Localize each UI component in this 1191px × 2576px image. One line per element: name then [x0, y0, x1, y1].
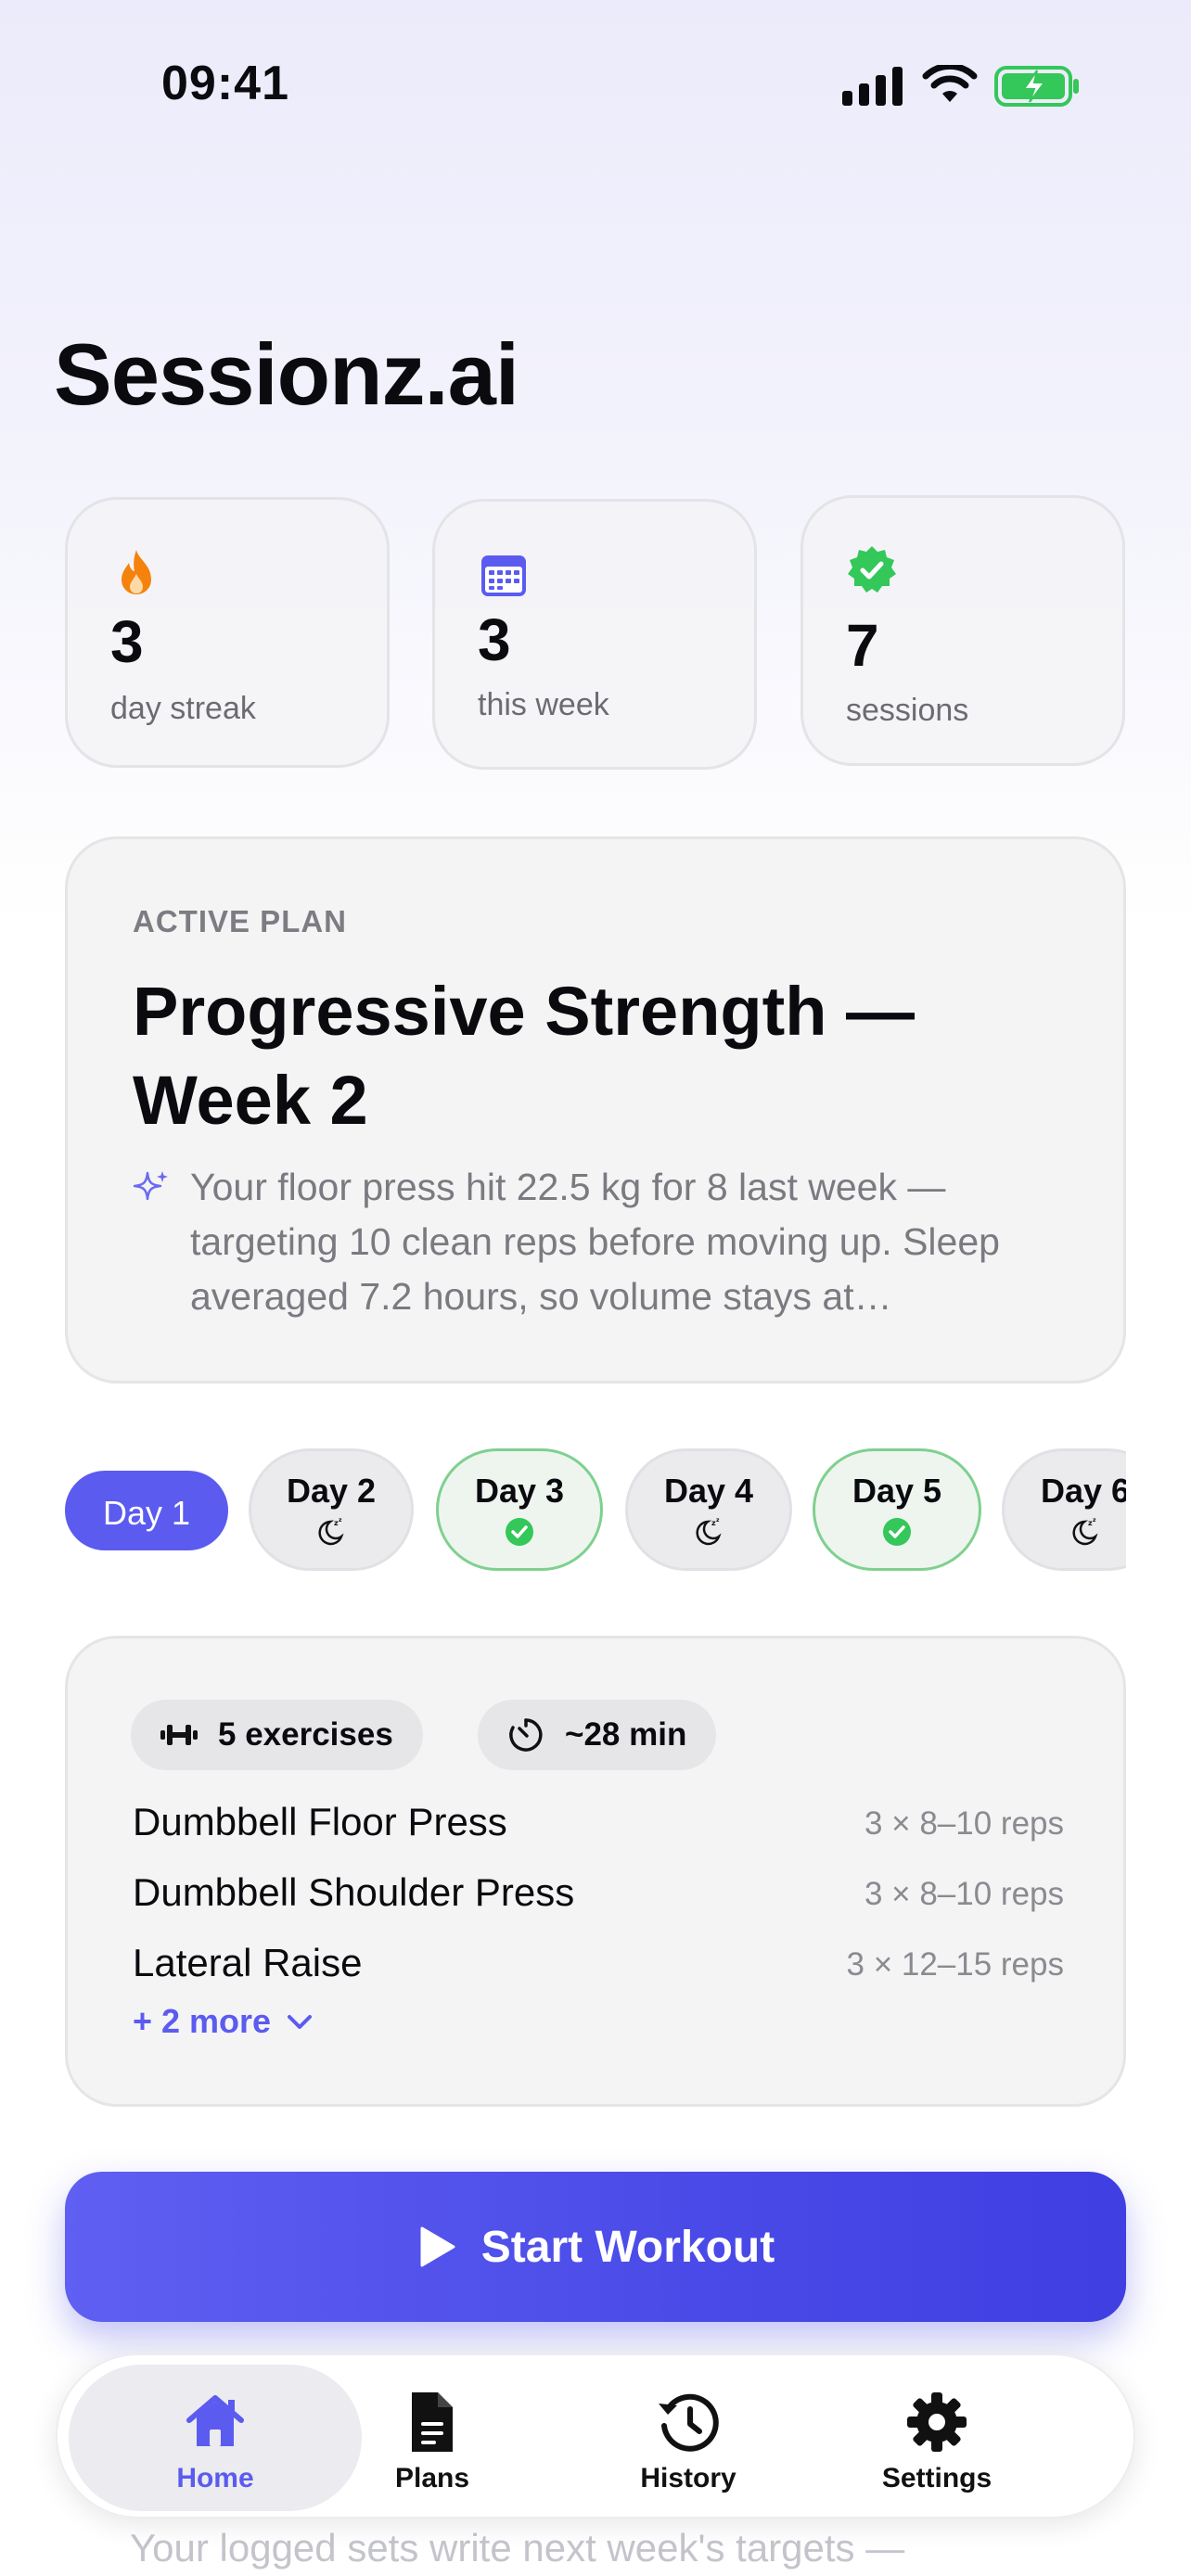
- exercise-row: Dumbbell Shoulder Press 3 × 8–10 reps: [133, 1870, 1064, 1926]
- day-chip-label: Day 2: [286, 1472, 377, 1510]
- flame-icon: [122, 550, 151, 594]
- exercise-count: 5 exercises: [218, 1716, 393, 1753]
- exercise-sets: 3 × 8–10 reps: [864, 1876, 1064, 1912]
- exercise-name: Dumbbell Floor Press: [133, 1800, 507, 1843]
- start-workout-button[interactable]: Start Workout: [65, 2172, 1126, 2322]
- moon-sleep-icon: z z: [318, 1517, 344, 1546]
- tab-home[interactable]: Home: [69, 2365, 362, 2511]
- day-selector: Day 1 Day 2 z z Day 3 Day 4 z z Day 5 Da…: [65, 1447, 1126, 1576]
- workout-duration: ~28 min: [565, 1716, 687, 1753]
- streak-value: 3: [110, 608, 144, 675]
- exercise-sets: 3 × 8–10 reps: [864, 1805, 1064, 1842]
- tab-history[interactable]: History: [596, 2365, 781, 2511]
- tab-settings[interactable]: Settings: [844, 2365, 1030, 2511]
- plan-insight-text: Your floor press hit 22.5 kg for 8 last …: [190, 1166, 1000, 1318]
- tab-bar: Home Plans History Settings: [56, 2353, 1135, 2519]
- week-value: 3: [478, 606, 511, 673]
- svg-text:z: z: [339, 1517, 342, 1524]
- tab-label: History: [640, 2463, 736, 2493]
- svg-text:z: z: [716, 1517, 720, 1524]
- streak-label: day streak: [110, 691, 256, 726]
- exercise-count-pill: 5 exercises: [131, 1700, 423, 1770]
- history-icon: [659, 2393, 719, 2452]
- day-chip-5[interactable]: Day 5: [813, 1448, 981, 1571]
- moon-sleep-icon: z z: [1072, 1517, 1098, 1546]
- battery-charging-icon: [994, 66, 1079, 107]
- sessions-label: sessions: [846, 693, 969, 728]
- day-chip-label: Day 4: [663, 1472, 754, 1510]
- tab-plans[interactable]: Plans: [339, 2365, 525, 2511]
- verified-badge-icon: [848, 546, 896, 593]
- day-chip-label: Day 3: [474, 1472, 565, 1510]
- dumbbell-icon: [160, 1725, 198, 1745]
- chevron-down-icon: [288, 2015, 313, 2029]
- wifi-icon: [922, 65, 978, 102]
- exercise-sets: 3 × 12–15 reps: [846, 1946, 1065, 1983]
- day-chip-label: Day 6: [1040, 1472, 1126, 1510]
- day-chip-4[interactable]: Day 4 z z: [625, 1448, 792, 1571]
- app-title: Sessionz.ai: [54, 325, 519, 423]
- tab-label: Home: [176, 2463, 254, 2493]
- start-workout-label: Start Workout: [480, 2222, 775, 2272]
- plan-eyebrow: ACTIVE PLAN: [133, 904, 348, 938]
- stat-card-week: 3 this week: [432, 499, 757, 770]
- background-peek-text: Your logged sets write next week's targe…: [130, 2526, 905, 2570]
- show-more-label: + 2 more: [133, 2002, 272, 2040]
- sessions-value: 7: [846, 612, 879, 679]
- moon-sleep-icon: z z: [696, 1517, 722, 1546]
- day-chip-label: Day 1: [102, 1494, 191, 1532]
- check-circle-icon: [506, 1518, 533, 1546]
- day-chip-3[interactable]: Day 3: [436, 1448, 603, 1571]
- check-circle-icon: [883, 1518, 911, 1546]
- tab-label: Settings: [881, 2463, 992, 2493]
- calendar-icon: [481, 555, 526, 596]
- week-label: this week: [478, 687, 609, 722]
- duration-pill: ~28 min: [478, 1700, 717, 1770]
- day-chip-1[interactable]: Day 1: [65, 1471, 228, 1550]
- home-icon: [186, 2395, 244, 2446]
- sparkle-icon: [133, 1171, 168, 1201]
- day-chip-6[interactable]: Day 6 z z: [1002, 1448, 1126, 1571]
- status-time: 09:41: [161, 57, 289, 110]
- gear-icon: [907, 2392, 967, 2452]
- tab-label: Plans: [394, 2463, 470, 2493]
- document-icon: [412, 2392, 453, 2452]
- exercise-name: Lateral Raise: [133, 1941, 363, 1984]
- active-plan-card[interactable]: ACTIVE PLAN Progressive Strength — Week …: [65, 836, 1126, 1384]
- show-more-exercises-button[interactable]: + 2 more: [133, 2002, 315, 2041]
- stat-card-sessions: 7 sessions: [800, 495, 1125, 766]
- day-chip-2[interactable]: Day 2 z z: [249, 1448, 414, 1571]
- exercise-row: Lateral Raise 3 × 12–15 reps: [133, 1941, 1064, 1996]
- svg-text:z: z: [1093, 1517, 1096, 1524]
- cellular-signal-icon: [842, 67, 903, 106]
- stat-card-streak: 3 day streak: [65, 497, 390, 768]
- plan-title: Progressive Strength — Week 2: [133, 973, 916, 1139]
- timer-icon: [509, 1718, 543, 1752]
- status-bar: 09:41: [0, 0, 1191, 176]
- exercise-row: Dumbbell Floor Press 3 × 8–10 reps: [133, 1800, 1064, 1855]
- day-chip-label: Day 5: [852, 1472, 942, 1510]
- play-icon: [420, 2226, 455, 2267]
- exercise-name: Dumbbell Shoulder Press: [133, 1870, 575, 1914]
- workout-summary-card: 5 exercises ~28 min Dumbbell Floor Press…: [65, 1636, 1126, 2107]
